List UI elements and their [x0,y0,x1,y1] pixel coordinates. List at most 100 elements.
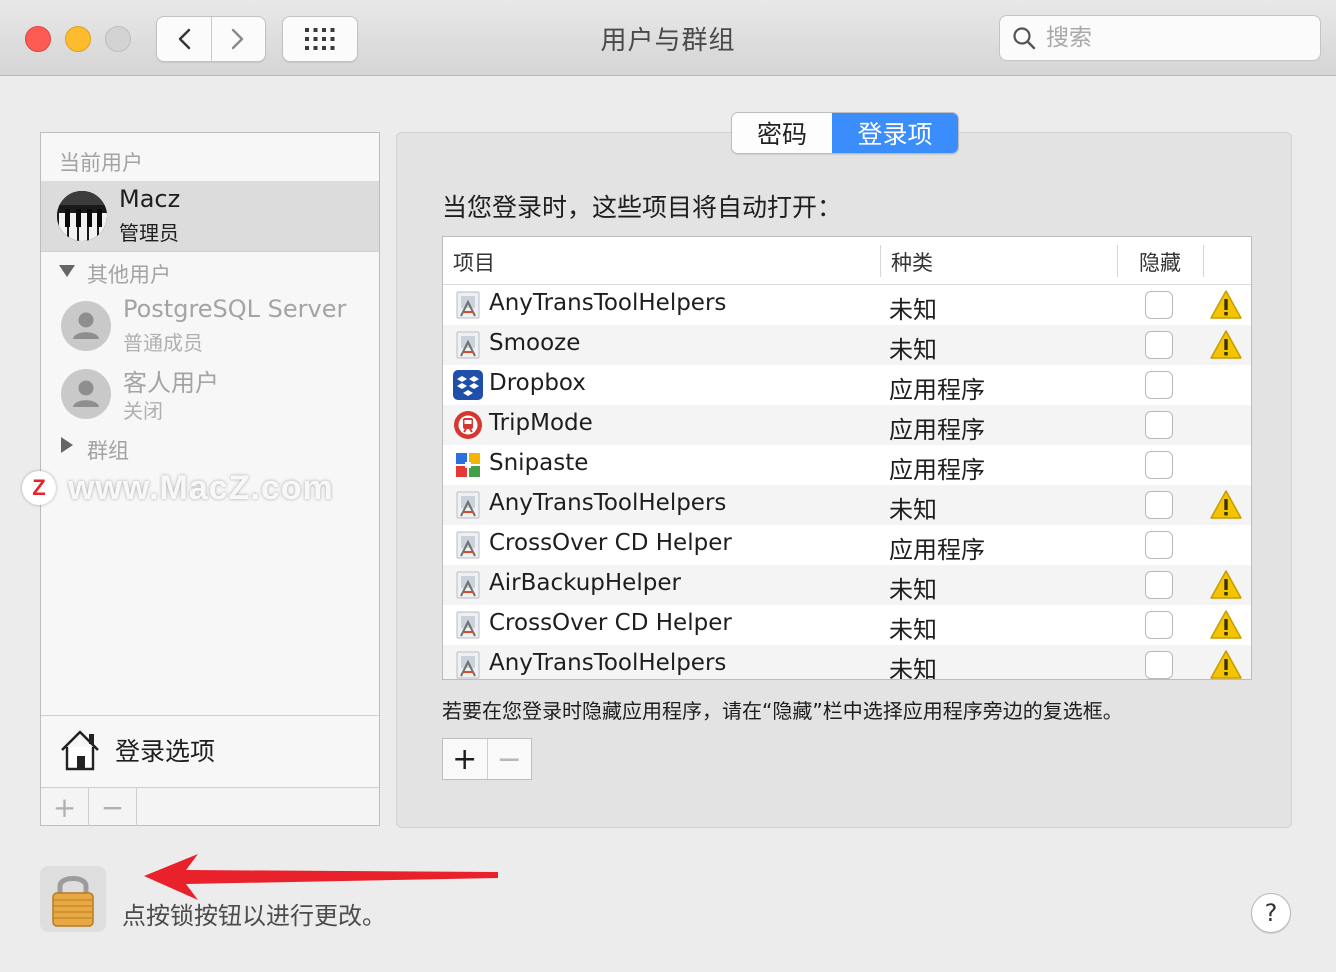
generic-app-icon [453,490,483,520]
tab-login-items[interactable]: 登录项 [832,113,958,153]
table-row[interactable]: Snipaste 应用程序 [443,445,1251,485]
warning-icon [1209,489,1243,521]
row-item-name: Dropbox [489,370,586,396]
sidebar-user-guest[interactable]: 客人用户 关闭 [41,359,379,425]
avatar [57,191,107,241]
title-bar: 用户与群组 [0,0,1336,76]
avatar [61,369,111,419]
back-button[interactable] [157,17,211,61]
warning-icon [1209,569,1243,601]
add-login-item-button[interactable]: + [443,739,487,779]
generic-app-icon [453,290,483,320]
row-item-kind: 未知 [889,616,937,644]
warning-icon [1209,329,1243,361]
minimize-window-button[interactable] [65,26,91,52]
row-item-kind: 未知 [889,496,937,524]
row-item-kind: 未知 [889,336,937,364]
search-icon [1013,27,1036,50]
divider [41,251,379,252]
row-item-kind: 未知 [889,576,937,604]
hide-checkbox[interactable] [1145,291,1173,319]
login-options-item[interactable]: 登录选项 [41,715,379,787]
hide-checkbox[interactable] [1145,611,1173,639]
chevron-left-icon [178,28,190,50]
disclosure-expanded-icon[interactable] [59,265,75,277]
macz-logo-icon: Z [22,471,56,505]
lock-button[interactable] [40,866,106,932]
disclosure-collapsed-icon[interactable] [61,437,73,453]
column-divider[interactable] [1203,245,1204,277]
remove-login-item-button[interactable]: − [486,739,532,779]
current-user-role: 管理员 [119,221,179,245]
help-button[interactable]: ? [1251,893,1291,933]
table-row[interactable]: AnyTransToolHelpers 未知 [443,645,1251,680]
row-item-kind: 未知 [889,656,937,680]
add-user-button[interactable]: + [41,788,89,826]
watermark: Z www.MacZ.com [22,468,334,508]
row-item-name: AnyTransToolHelpers [489,650,727,676]
panel-caption: 当您登录时，这些项目将自动打开： [442,193,843,222]
table-header: 项目 种类 隐藏 [443,237,1251,285]
piano-avatar-icon [57,191,107,241]
hide-checkbox[interactable] [1145,571,1173,599]
table-row[interactable]: CrossOver CD Helper 未知 [443,605,1251,645]
search-field[interactable] [999,15,1321,61]
show-all-grid-icon [305,28,335,50]
other-users-header: 其他用户 [87,263,171,287]
row-item-kind: 应用程序 [889,456,985,484]
table-row[interactable]: AnyTransToolHelpers 未知 [443,285,1251,325]
sidebar-user-postgres[interactable]: PostgreSQL Server 普通成员 [41,291,379,357]
column-divider[interactable] [1117,245,1118,277]
hide-checkbox[interactable] [1145,531,1173,559]
column-header-kind[interactable]: 种类 [891,247,933,277]
user-name: PostgreSQL Server [123,295,347,323]
column-header-hide[interactable]: 隐藏 [1139,247,1181,277]
watermark-text: www.MacZ.com [68,468,334,507]
table-row[interactable]: CrossOver CD Helper 应用程序 [443,525,1251,565]
groups-header: 群组 [87,439,129,463]
generic-app-icon [453,330,483,360]
show-all-button[interactable] [282,16,358,62]
login-item-buttons: + − [442,738,532,780]
column-divider[interactable] [880,245,881,277]
navigation-buttons [156,16,266,62]
forward-button[interactable] [210,17,266,61]
login-items-table: 项目 种类 隐藏 AnyTransToolHelpers 未知 Smooze 未知 Dr… [442,236,1252,680]
row-item-name: AnyTransToolHelpers [489,290,727,316]
hide-checkbox[interactable] [1145,411,1173,439]
search-input[interactable] [1046,25,1306,51]
row-item-name: Smooze [489,330,581,356]
column-header-item[interactable]: 项目 [453,247,495,277]
row-item-kind: 应用程序 [889,416,985,444]
warning-icon [1209,649,1243,679]
row-item-name: CrossOver CD Helper [489,610,732,636]
window-title: 用户与群组 [600,26,736,56]
table-row[interactable]: Smooze 未知 [443,325,1251,365]
annotation-arrow-icon [144,854,498,900]
tab-password[interactable]: 密码 [732,113,832,153]
warning-icon [1209,289,1243,321]
table-row[interactable]: AirBackupHelper 未知 [443,565,1251,605]
row-item-kind: 应用程序 [889,376,985,404]
hide-checkbox[interactable] [1145,651,1173,679]
hide-checkbox[interactable] [1145,491,1173,519]
remove-user-button[interactable]: − [89,788,137,826]
chevron-right-icon [232,28,244,50]
generic-app-icon [453,610,483,640]
row-item-kind: 应用程序 [889,536,985,564]
hide-hint-text: 若要在您登录时隐藏应用程序，请在“隐藏”栏中选择应用程序旁边的复选框。 [442,699,1123,723]
user-role: 关闭 [123,399,163,423]
table-row[interactable]: Dropbox 应用程序 [443,365,1251,405]
hide-checkbox[interactable] [1145,371,1173,399]
zoom-window-button[interactable] [105,26,131,52]
tab-bar: 密码 登录项 [731,112,959,154]
close-window-button[interactable] [25,26,51,52]
hide-checkbox[interactable] [1145,331,1173,359]
table-row[interactable]: TripMode 应用程序 [443,405,1251,445]
row-item-kind: 未知 [889,296,937,324]
dropbox-icon [453,370,483,400]
user-name: 客人用户 [123,369,219,397]
table-row[interactable]: AnyTransToolHelpers 未知 [443,485,1251,525]
hide-checkbox[interactable] [1145,451,1173,479]
sidebar-user-macz[interactable]: Macz 管理员 [41,181,379,251]
